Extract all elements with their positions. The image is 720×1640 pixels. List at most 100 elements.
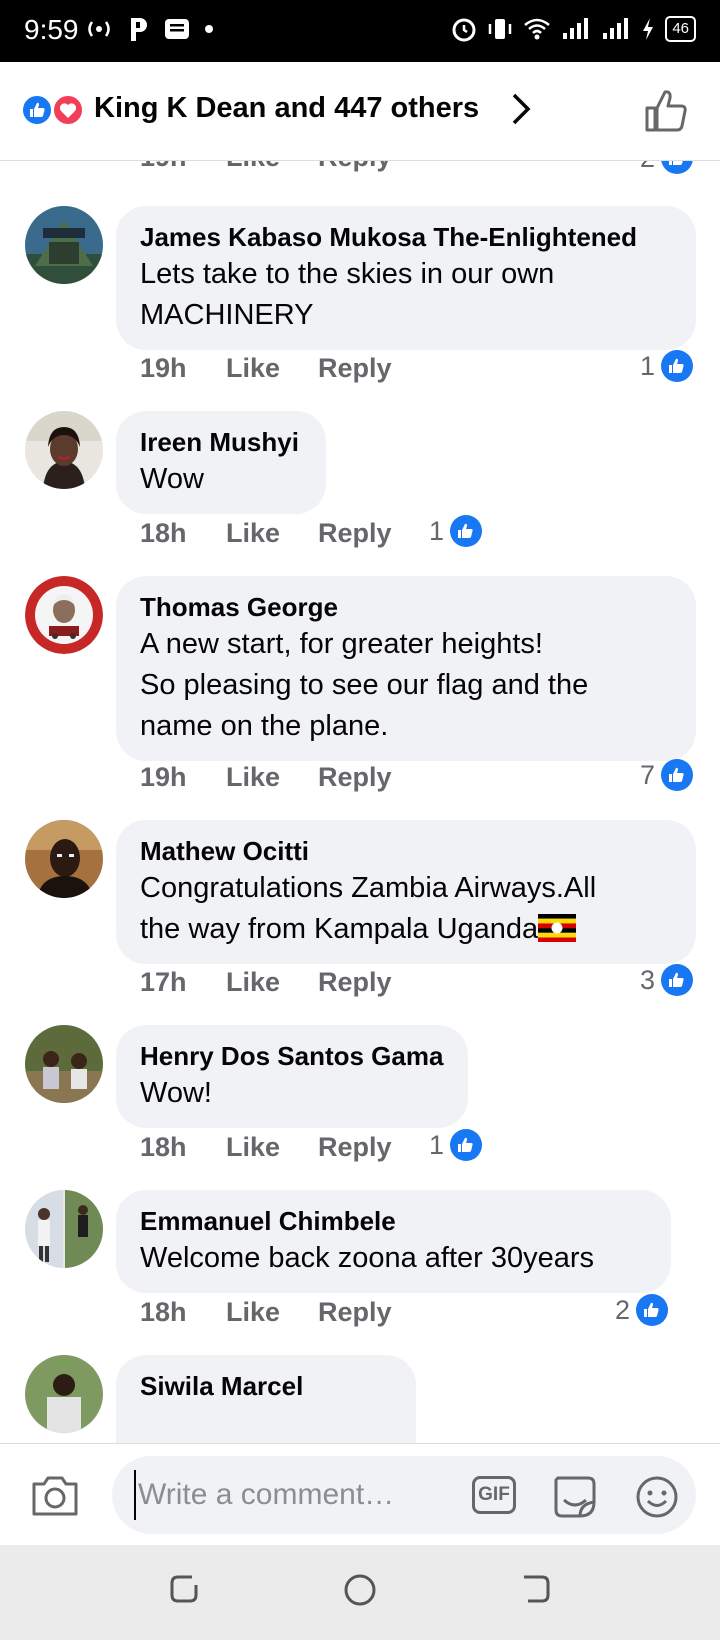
comment-line: Congratulations Zambia Airways.All	[140, 872, 597, 904]
comment-text: Lets take to the skies in our own MACHIN…	[140, 254, 672, 336]
reply-link[interactable]: Reply	[318, 518, 392, 549]
like-link[interactable]: Like	[226, 762, 318, 793]
camera-icon[interactable]	[30, 1474, 80, 1518]
emoji-icon[interactable]	[634, 1474, 680, 1520]
system-nav-bar	[0, 1545, 720, 1640]
thumbs-up-icon[interactable]	[643, 88, 689, 134]
comment-bubble: Thomas George A new start, for greater h…	[116, 576, 696, 761]
comment-line: Wow	[140, 463, 204, 495]
avatar[interactable]	[25, 206, 103, 284]
comment-line: Lets take to the skies in our own	[140, 258, 555, 290]
comment-time: 18h	[140, 518, 187, 548]
comment-line: the way from Kampala Uganda	[140, 909, 672, 950]
comment-text: A new start, for greater heights! So ple…	[140, 624, 672, 747]
reaction-count[interactable]: 1	[429, 1129, 483, 1161]
reaction-count-value: 3	[640, 964, 656, 995]
comment-line: MACHINERY	[140, 299, 314, 331]
battery-level: 46	[665, 16, 696, 42]
avatar[interactable]	[25, 1190, 103, 1268]
comment-bubble: Emmanuel Chimbele Welcome back zoona aft…	[116, 1190, 671, 1293]
like-link[interactable]: Like	[226, 353, 318, 384]
like-reaction-icon	[450, 515, 483, 547]
comment-line: name on the plane.	[140, 710, 389, 742]
home-icon[interactable]	[343, 1573, 377, 1607]
reply-link[interactable]: Reply	[318, 762, 392, 793]
commenter-name[interactable]: James Kabaso Mukosa The-Enlightened	[140, 220, 672, 254]
commenter-name[interactable]: Emmanuel Chimbele	[140, 1204, 647, 1238]
like-reaction-icon	[661, 964, 694, 996]
comment-list: 19h Like Reply 2 James Kabaso Mukosa The…	[0, 160, 720, 1443]
reaction-count-value: 2	[615, 1294, 631, 1325]
reply-link[interactable]: Reply	[318, 1132, 392, 1163]
reaction-count[interactable]: 3	[640, 964, 694, 996]
like-reaction-icon	[661, 160, 694, 174]
reply-link[interactable]: Reply	[318, 1297, 392, 1328]
charging-icon	[643, 18, 654, 40]
commenter-name[interactable]: Ireen Mushyi	[140, 425, 302, 459]
love-reaction-icon	[52, 94, 84, 126]
comment-line-text: the way from Kampala Uganda	[140, 913, 539, 945]
avatar[interactable]	[25, 820, 103, 898]
like-reaction-icon	[21, 94, 53, 126]
status-time: 9:59	[24, 14, 79, 45]
like-link[interactable]: Like	[226, 518, 318, 549]
comment-meta: 19h Like Reply	[140, 353, 392, 384]
comment-line: A new start, for greater heights!	[140, 628, 543, 660]
commenter-name[interactable]: Mathew Ocitti	[140, 834, 672, 868]
commenter-name[interactable]: Henry Dos Santos Gama	[140, 1039, 444, 1073]
comment-input[interactable]	[134, 1470, 440, 1520]
notification-dot-icon	[205, 25, 213, 33]
comment-time: 18h	[140, 1297, 187, 1327]
reaction-count-value: 1	[429, 1129, 445, 1160]
parking-app-icon	[131, 18, 147, 41]
like-link[interactable]: Like	[226, 1132, 318, 1163]
reactions-header[interactable]: King K Dean and 447 others	[0, 62, 720, 161]
avatar[interactable]	[25, 1355, 103, 1433]
avatar[interactable]	[25, 1025, 103, 1103]
message-icon	[165, 19, 189, 39]
reaction-count-value: 2	[640, 160, 655, 174]
comment-text: Welcome back zoona after 30years	[140, 1238, 647, 1279]
hotspot-icon	[88, 21, 110, 37]
sticker-icon[interactable]	[552, 1474, 598, 1520]
signal-2-icon	[603, 18, 629, 39]
comment-meta: 18h Like Reply	[140, 1132, 392, 1163]
status-bar: 9:59 46	[0, 0, 720, 62]
comment-text: Congratulations Zambia Airways.All the w…	[140, 868, 672, 950]
like-reaction-icon	[661, 759, 694, 791]
avatar[interactable]	[25, 411, 103, 489]
comment-meta: 17h Like Reply	[140, 967, 392, 998]
comment-line: Welcome back zoona after 30years	[140, 1242, 595, 1274]
comment-line: Wow!	[140, 1077, 212, 1109]
signal-icon	[563, 18, 589, 39]
uganda-flag-icon	[538, 914, 577, 942]
recent-apps-icon[interactable]	[168, 1573, 200, 1605]
reaction-count[interactable]: 1	[640, 350, 694, 382]
back-icon[interactable]	[520, 1573, 552, 1605]
reaction-count[interactable]: 7	[640, 759, 694, 791]
like-link[interactable]: Like	[226, 1297, 318, 1328]
commenter-name[interactable]: Thomas George	[140, 590, 672, 624]
comment-bubble: Henry Dos Santos Gama Wow!	[116, 1025, 468, 1128]
comment-meta: 18h Like Reply	[140, 1297, 392, 1328]
reply-link[interactable]: Reply	[318, 160, 392, 173]
comment-bubble: James Kabaso Mukosa The-Enlightened Lets…	[116, 206, 696, 350]
like-link[interactable]: Like	[226, 160, 318, 173]
alarm-icon	[452, 18, 476, 42]
reaction-count[interactable]: 1	[429, 515, 483, 547]
reaction-count-value: 1	[429, 515, 445, 546]
comment-text: Wow!	[140, 1073, 444, 1114]
comment-time: 19h	[140, 762, 187, 792]
comment-meta: 18h Like Reply	[140, 518, 392, 549]
comment-input-container: GIF	[112, 1456, 696, 1534]
comment-bubble: Ireen Mushyi Wow	[116, 411, 326, 514]
commenter-name[interactable]: Siwila Marcel	[140, 1369, 392, 1403]
reply-link[interactable]: Reply	[318, 967, 392, 998]
reaction-count[interactable]: 2	[615, 1294, 669, 1326]
like-link[interactable]: Like	[226, 967, 318, 998]
gif-icon[interactable]: GIF	[472, 1476, 516, 1514]
reaction-count[interactable]: 2	[640, 160, 694, 174]
reply-link[interactable]: Reply	[318, 353, 392, 384]
avatar[interactable]	[25, 576, 103, 654]
comment-meta: 19h Like Reply	[140, 762, 392, 793]
